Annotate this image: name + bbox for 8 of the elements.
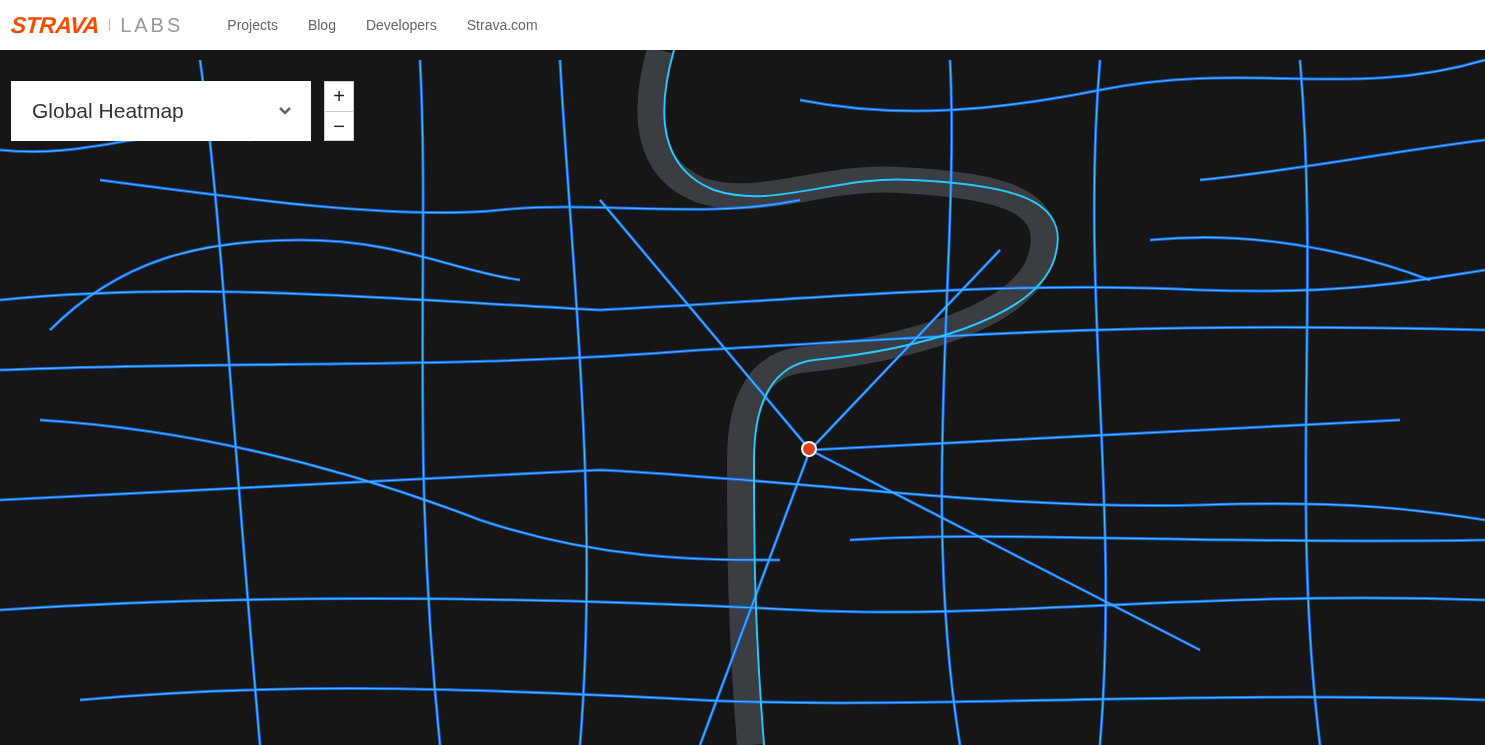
nav-link[interactable]: Developers: [365, 17, 437, 33]
layer-select[interactable]: Global Heatmap: [11, 81, 311, 141]
nav-link[interactable]: Blog: [307, 17, 336, 33]
nav-link[interactable]: Strava.com: [466, 17, 538, 33]
strava-logo[interactable]: STRAVA: [10, 11, 101, 39]
chevron-down-icon: [279, 107, 291, 115]
nav-link[interactable]: Projects: [227, 17, 278, 33]
labs-wordmark: LABS: [120, 13, 184, 37]
